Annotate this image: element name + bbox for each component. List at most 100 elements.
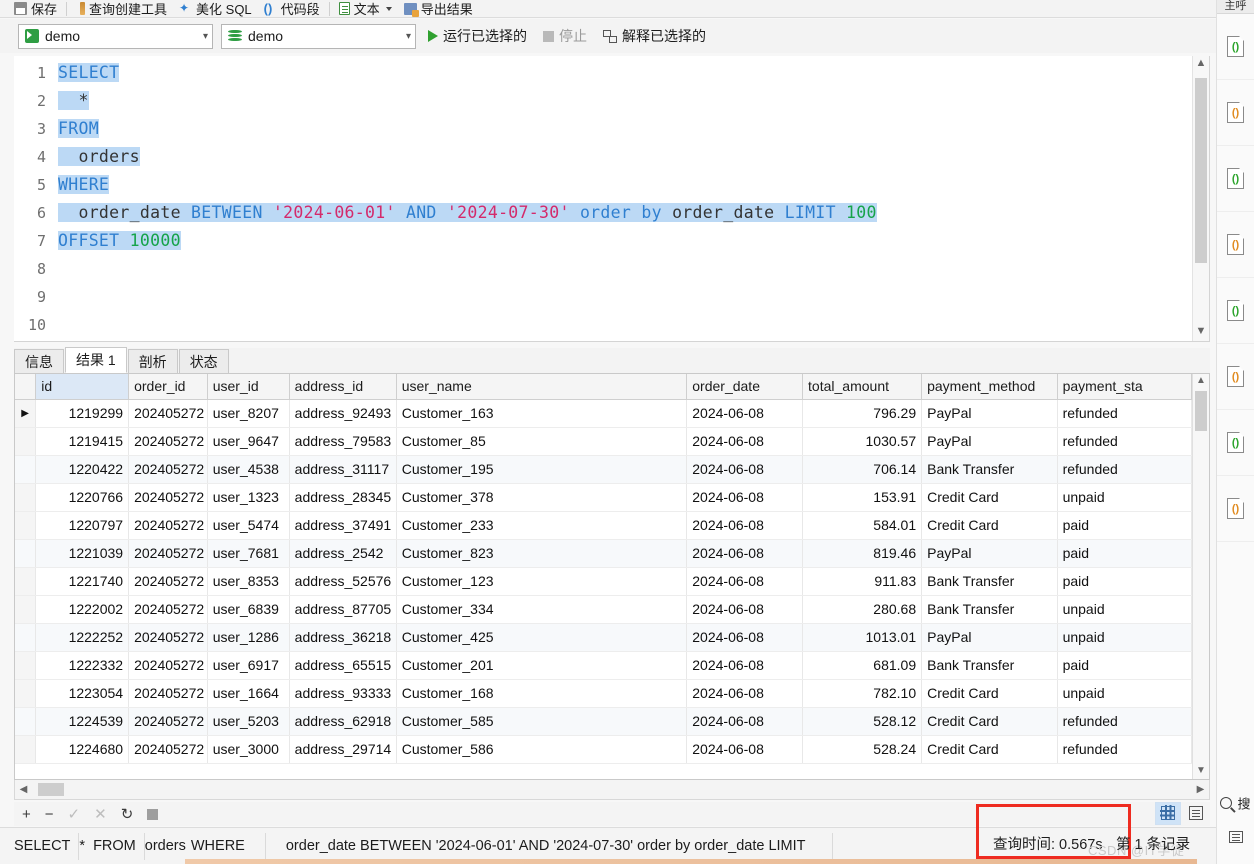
cell-total-amount[interactable]: 911.83 [802, 567, 923, 596]
cell-order-id[interactable]: 202405272 [128, 399, 208, 428]
save-button[interactable]: 保存 [8, 0, 63, 17]
cell-payment-method[interactable]: Credit Card [921, 735, 1058, 764]
rail-file-item[interactable]: () [1217, 344, 1254, 410]
rail-file-item[interactable]: () [1217, 278, 1254, 344]
cell-user-name[interactable]: Customer_334 [396, 595, 688, 624]
table-row[interactable]: 1221740 202405272 user_8353 address_52576 Cu… [15, 567, 1193, 596]
refresh-button[interactable]: ↻ [121, 807, 134, 822]
tab-status[interactable]: 状态 [178, 349, 229, 373]
cell-id[interactable]: 1224539 [35, 707, 130, 736]
tab-result-1[interactable]: 结果 1 [65, 347, 127, 373]
cell-user-name[interactable]: Customer_163 [396, 399, 688, 428]
cell-user-id[interactable]: user_7681 [207, 539, 290, 568]
scroll-up-icon[interactable]: ▲ [1193, 374, 1209, 389]
scroll-left-icon[interactable]: ◀ [15, 784, 32, 795]
grid-view-button[interactable] [1155, 801, 1181, 825]
sql-editor[interactable]: 1 2 3 4 5 6 7 8 9 10 SELECT * FROM order… [14, 56, 1210, 342]
tab-info[interactable]: 信息 [14, 349, 64, 373]
table-row[interactable]: 1223054 202405272 user_1664 address_93333 Cu… [15, 679, 1193, 708]
cell-order-id[interactable]: 202405272 [128, 511, 208, 540]
cell-order-date[interactable]: 2024-06-08 [686, 399, 804, 428]
cell-user-id[interactable]: user_9647 [207, 427, 290, 456]
cell-address-id[interactable]: address_65515 [289, 651, 397, 680]
snippet-button[interactable]: () 代码段 [258, 0, 326, 17]
cell-total-amount[interactable]: 681.09 [802, 651, 923, 680]
cell-user-name[interactable]: Customer_123 [396, 567, 688, 596]
connection-select[interactable]: demo ▾ [18, 23, 213, 49]
table-row[interactable]: 1220797 202405272 user_5474 address_37491 Cu… [15, 511, 1193, 540]
form-view-button[interactable] [1183, 801, 1209, 825]
scroll-up-icon[interactable]: ▲ [1193, 56, 1209, 73]
cell-user-id[interactable]: user_8207 [207, 399, 290, 428]
table-row[interactable]: 1219415 202405272 user_9647 address_79583 Cu… [15, 427, 1193, 456]
cell-order-date[interactable]: 2024-06-08 [686, 623, 804, 652]
cell-order-id[interactable]: 202405272 [128, 567, 208, 596]
stop-button[interactable]: 停止 [539, 26, 591, 46]
cell-user-id[interactable]: user_3000 [207, 735, 290, 764]
confirm-edit-button[interactable]: ✓ [68, 807, 81, 822]
column-header-address-id[interactable]: address_id [289, 374, 397, 400]
explain-selected-button[interactable]: 解释已选择的 [599, 26, 710, 46]
cell-user-id[interactable]: user_8353 [207, 567, 290, 596]
cell-id[interactable]: 1222332 [35, 651, 130, 680]
scroll-down-icon[interactable]: ▼ [1193, 764, 1209, 779]
cell-total-amount[interactable]: 796.29 [802, 399, 923, 428]
scroll-down-icon[interactable]: ▼ [1193, 324, 1209, 341]
cell-id[interactable]: 1220797 [35, 511, 130, 540]
cell-total-amount[interactable]: 153.91 [802, 483, 923, 512]
cell-address-id[interactable]: address_31117 [289, 455, 397, 484]
cell-payment-method[interactable]: Bank Transfer [921, 567, 1058, 596]
cell-payment-status[interactable]: refunded [1057, 455, 1193, 484]
cell-order-date[interactable]: 2024-06-08 [686, 651, 804, 680]
column-header-total-amount[interactable]: total_amount [802, 374, 923, 400]
cell-order-date[interactable]: 2024-06-08 [686, 707, 804, 736]
cell-order-id[interactable]: 202405272 [128, 735, 208, 764]
table-row[interactable]: 1220766 202405272 user_1323 address_28345 Cu… [15, 483, 1193, 512]
cell-order-id[interactable]: 202405272 [128, 651, 208, 680]
cell-payment-status[interactable]: refunded [1057, 427, 1193, 456]
cell-total-amount[interactable]: 528.24 [802, 735, 923, 764]
cell-user-id[interactable]: user_1323 [207, 483, 290, 512]
cell-address-id[interactable]: address_62918 [289, 707, 397, 736]
tab-profile[interactable]: 剖析 [127, 349, 178, 373]
cell-address-id[interactable]: address_2542 [289, 539, 397, 568]
hscroll-thumb[interactable] [38, 783, 64, 796]
chevron-down-icon[interactable]: ▾ [193, 31, 208, 42]
cell-payment-method[interactable]: PayPal [921, 539, 1058, 568]
cell-payment-status[interactable]: unpaid [1057, 679, 1193, 708]
cell-user-id[interactable]: user_1664 [207, 679, 290, 708]
cell-payment-method[interactable]: Credit Card [921, 707, 1058, 736]
cell-order-date[interactable]: 2024-06-08 [686, 735, 804, 764]
export-result-button[interactable]: 导出结果 [398, 0, 479, 17]
database-select[interactable]: demo ▾ [221, 23, 416, 49]
cell-order-date[interactable]: 2024-06-08 [686, 511, 804, 540]
cell-id[interactable]: 1222002 [35, 595, 130, 624]
cell-user-name[interactable]: Customer_586 [396, 735, 688, 764]
hscroll-track[interactable] [32, 780, 1192, 799]
cell-payment-method[interactable]: Bank Transfer [921, 595, 1058, 624]
cell-order-id[interactable]: 202405272 [128, 539, 208, 568]
cell-order-id[interactable]: 202405272 [128, 679, 208, 708]
table-row[interactable]: ▶ 1219299 202405272 user_8207 address_92493 C… [15, 399, 1193, 428]
cell-user-name[interactable]: Customer_168 [396, 679, 688, 708]
rail-file-item[interactable]: () [1217, 80, 1254, 146]
sql-code-content[interactable]: SELECT * FROM orders WHERE order_date BE… [58, 59, 1183, 250]
grid-horizontal-scrollbar[interactable]: ◀ ▶ [14, 780, 1210, 800]
cell-payment-status[interactable]: refunded [1057, 399, 1193, 428]
cell-user-name[interactable]: Customer_378 [396, 483, 688, 512]
cell-id[interactable]: 1223054 [35, 679, 130, 708]
cell-payment-method[interactable]: Bank Transfer [921, 455, 1058, 484]
cell-address-id[interactable]: address_79583 [289, 427, 397, 456]
cell-user-name[interactable]: Customer_823 [396, 539, 688, 568]
cell-payment-status[interactable]: paid [1057, 567, 1193, 596]
cell-id[interactable]: 1219415 [35, 427, 130, 456]
column-header-user-name[interactable]: user_name [396, 374, 688, 400]
cell-order-id[interactable]: 202405272 [128, 483, 208, 512]
column-header-id[interactable]: id [35, 374, 130, 400]
cell-user-id[interactable]: user_4538 [207, 455, 290, 484]
cell-order-id[interactable]: 202405272 [128, 707, 208, 736]
cell-payment-method[interactable]: PayPal [921, 427, 1058, 456]
cell-id[interactable]: 1224680 [35, 735, 130, 764]
table-row[interactable]: 1224539 202405272 user_5203 address_62918 Cu… [15, 707, 1193, 736]
table-row[interactable]: 1222332 202405272 user_6917 address_65515 Cu… [15, 651, 1193, 680]
